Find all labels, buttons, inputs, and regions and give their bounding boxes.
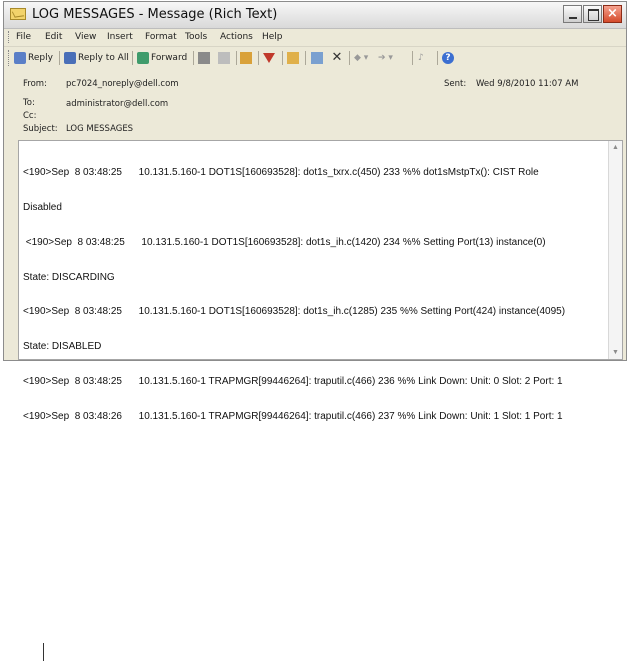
sent-value: Wed 9/8/2010 11:07 AM (476, 79, 579, 89)
message-body[interactable]: <190>Sep 8 03:48:25 10.131.5.160-1 DOT1S… (18, 140, 623, 422)
toolbar-grip (8, 50, 12, 66)
body-line: Disabled (23, 201, 62, 213)
toolbar-separator (236, 51, 237, 65)
maximize-button[interactable] (583, 5, 602, 23)
minimize-icon (569, 17, 577, 19)
title-bar[interactable]: LOG MESSAGES - Message (Rich Text) × (4, 2, 626, 29)
next-item-button[interactable]: ➔ ▾ (378, 50, 393, 66)
reply-button[interactable]: Reply (14, 50, 53, 66)
reply-icon (14, 52, 26, 64)
toolbar-separator (437, 51, 438, 65)
to-value[interactable]: administrator@dell.com (66, 99, 168, 109)
body-line: State: DISABLED (23, 341, 102, 353)
home-icon (287, 52, 299, 64)
cc-label: Cc: (23, 111, 37, 121)
next-item-icon: ➔ ▾ (378, 53, 393, 63)
body-line: <190>Sep 8 03:48:25 10.131.5.160-1 DOT1S… (23, 167, 539, 179)
move-button[interactable] (311, 50, 323, 66)
vertical-scrollbar[interactable]: ▲ ▼ (608, 141, 622, 359)
print-icon (198, 52, 210, 64)
toolbar-separator (258, 51, 259, 65)
mark-icon (240, 52, 252, 64)
reply-all-button[interactable]: Reply to All (64, 50, 129, 66)
close-icon: × (607, 6, 618, 21)
message-window: LOG MESSAGES - Message (Rich Text) × Fil… (3, 1, 627, 422)
toolbar-separator (349, 51, 350, 65)
delete-icon: ✕ (331, 50, 343, 65)
toolbar-separator (282, 51, 283, 65)
scroll-up-icon[interactable]: ▲ (610, 142, 621, 153)
page-margin-mark (43, 643, 44, 661)
menu-grip (8, 31, 12, 43)
mark-button[interactable] (240, 50, 252, 66)
address-book-button[interactable]: ♪ (418, 50, 424, 66)
previous-item-icon: ◆ ▾ (354, 53, 369, 63)
menu-tools[interactable]: Tools (185, 32, 207, 42)
address-book-icon: ♪ (418, 53, 424, 63)
reply-all-icon (64, 52, 76, 64)
delete-button[interactable]: ✕ (331, 50, 343, 66)
menu-bar: File Edit View Insert Format Tools Actio… (4, 28, 626, 46)
copy-button[interactable] (218, 50, 230, 66)
message-body-text[interactable]: <190>Sep 8 03:48:25 10.131.5.160-1 DOT1S… (23, 144, 602, 445)
body-line: <190>Sep 8 03:48:25 10.131.5.160-1 TRAPM… (23, 375, 563, 387)
toolbar-separator (59, 51, 60, 65)
menu-file[interactable]: File (16, 32, 31, 42)
body-line: <190>Sep 8 03:48:26 10.131.5.160-1 TRAPM… (23, 410, 563, 422)
subject-label: Subject: (23, 124, 58, 134)
from-value[interactable]: pc7024_noreply@dell.com (66, 79, 179, 89)
menu-edit[interactable]: Edit (45, 32, 62, 42)
forward-button[interactable]: Forward (137, 50, 187, 66)
help-icon: ? (442, 52, 454, 64)
menu-format[interactable]: Format (145, 32, 177, 42)
envelope-icon (10, 8, 26, 20)
menu-insert[interactable]: Insert (107, 32, 133, 42)
message-header: From: pc7024_noreply@dell.com Sent: Wed … (9, 69, 621, 140)
window-title: LOG MESSAGES - Message (Rich Text) (32, 7, 278, 22)
subject-value: LOG MESSAGES (66, 124, 134, 134)
minimize-button[interactable] (563, 5, 582, 23)
reply-all-label: Reply to All (78, 53, 129, 63)
from-label: From: (23, 79, 47, 89)
menu-actions[interactable]: Actions (220, 32, 253, 42)
print-button[interactable] (198, 50, 210, 66)
help-button[interactable]: ? (442, 50, 454, 66)
maximize-icon (588, 9, 599, 21)
toolbar-separator (305, 51, 306, 65)
menu-help[interactable]: Help (262, 32, 283, 42)
toolbar-separator (132, 51, 133, 65)
forward-icon (137, 52, 149, 64)
sent-label: Sent: (444, 79, 467, 89)
body-line: <190>Sep 8 03:48:25 10.131.5.160-1 DOT1S… (23, 236, 546, 248)
follow-up-button[interactable] (263, 50, 275, 66)
previous-item-button[interactable]: ◆ ▾ (354, 50, 368, 66)
to-label: To: (23, 98, 35, 108)
close-button[interactable]: × (603, 5, 622, 23)
reply-label: Reply (28, 53, 53, 63)
body-line: <190>Sep 8 03:48:25 10.131.5.160-1 DOT1S… (23, 306, 566, 318)
menu-view[interactable]: View (75, 32, 96, 42)
toolbar-separator (412, 51, 413, 65)
copy-icon (218, 52, 230, 64)
home-button[interactable] (287, 50, 299, 66)
forward-label: Forward (151, 53, 188, 63)
window-controls: × (563, 5, 622, 23)
scroll-down-icon[interactable]: ▼ (610, 347, 621, 358)
move-to-folder-icon (311, 52, 323, 64)
standard-toolbar: Reply Reply to All Forward ✕ ◆ ▾ ➔ ▾ ♪ ? (4, 46, 626, 69)
body-line: State: DISCARDING (23, 271, 115, 283)
follow-up-flag-icon (263, 53, 275, 63)
toolbar-separator (193, 51, 194, 65)
